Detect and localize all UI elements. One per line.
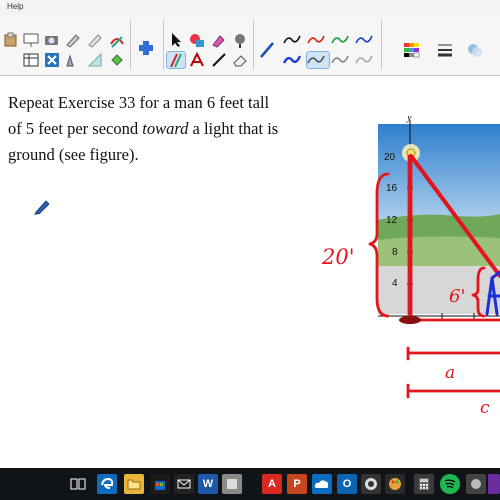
- menu-bar: Help: [0, 0, 500, 14]
- select-arrow-icon[interactable]: [167, 32, 185, 48]
- line-icon[interactable]: [210, 52, 228, 68]
- line-style-light-icon[interactable]: [355, 52, 377, 68]
- file-explorer-icon[interactable]: [124, 474, 144, 494]
- y-tick-label: 20: [384, 152, 396, 163]
- line-style-red-icon[interactable]: [307, 32, 329, 48]
- outlook-icon[interactable]: O: [337, 474, 357, 494]
- y-tick-label: 12: [386, 215, 398, 226]
- toolbar-separator: [163, 20, 164, 70]
- line-properties-icon[interactable]: [436, 42, 456, 62]
- y-tick-label: 8: [392, 247, 398, 258]
- mail-icon[interactable]: [174, 474, 194, 494]
- line-style-green-icon[interactable]: [331, 32, 353, 48]
- line-style-blue-thick-icon[interactable]: [283, 52, 305, 68]
- exercise-line-2: of 5 feet per second toward a light that…: [8, 119, 279, 138]
- y-tick-label: 4: [392, 278, 398, 289]
- toolbar-separator: [381, 20, 382, 70]
- exercise-line-3: ground (see figure).: [8, 145, 139, 164]
- exercise-line-1: Repeat Exercise 33 for a man 6 feet tall: [8, 93, 270, 112]
- toolbar-separator: [253, 20, 254, 70]
- task-view-icon[interactable]: [68, 474, 88, 494]
- document-page[interactable]: Repeat Exercise 33 for a man 6 feet tall…: [0, 76, 500, 468]
- screen-shade-icon[interactable]: [22, 32, 40, 48]
- pen-icon[interactable]: [166, 51, 186, 69]
- app-icon[interactable]: [488, 474, 500, 494]
- exercise-figure: y 20 16 12 8 4 4 8: [378, 116, 500, 322]
- transparency-icon[interactable]: [466, 42, 486, 62]
- eraser-icon[interactable]: [231, 52, 249, 68]
- circle-app-icon[interactable]: [361, 474, 381, 494]
- y-tick-label: 16: [386, 183, 398, 194]
- spotify-icon[interactable]: [440, 474, 460, 494]
- menu-help[interactable]: Help: [7, 2, 23, 11]
- toolbar-separator: [130, 20, 131, 70]
- app-icon[interactable]: [222, 474, 242, 494]
- onedrive-icon[interactable]: [312, 474, 332, 494]
- magic-pen-icon[interactable]: [108, 32, 126, 48]
- app-icon[interactable]: [466, 474, 486, 494]
- camera-icon[interactable]: [43, 32, 61, 48]
- store-icon[interactable]: [150, 474, 170, 494]
- line-style-gray-icon[interactable]: [331, 52, 353, 68]
- add-page-icon[interactable]: [137, 40, 159, 60]
- line-style-blue-icon[interactable]: [355, 32, 377, 48]
- drawing-tool-icon[interactable]: [64, 52, 82, 68]
- magic-shape-icon[interactable]: [188, 32, 206, 48]
- paste-icon[interactable]: [2, 32, 20, 48]
- powerpoint-icon[interactable]: P: [287, 474, 307, 494]
- toolbar: [0, 14, 500, 76]
- fill-icon[interactable]: [108, 52, 126, 68]
- line-style-selected-icon[interactable]: [306, 51, 330, 69]
- shapes-icon[interactable]: [86, 52, 104, 68]
- y-axis-label: y: [406, 116, 412, 123]
- pdf-reader-icon[interactable]: A: [262, 474, 282, 494]
- calculator-icon[interactable]: [414, 474, 434, 494]
- annotation-20ft: 20': [321, 245, 355, 269]
- lamp: [406, 148, 416, 158]
- highlighter-icon[interactable]: [86, 32, 104, 48]
- pen-tool-icon[interactable]: [64, 32, 82, 48]
- text-icon[interactable]: [188, 52, 206, 68]
- delete-icon[interactable]: [43, 52, 61, 68]
- eraser-pen-icon[interactable]: [210, 32, 228, 48]
- paint-icon[interactable]: [385, 474, 405, 494]
- annotation-c: c: [480, 398, 490, 418]
- pen-thickness-icon[interactable]: [258, 42, 278, 62]
- word-icon[interactable]: W: [198, 474, 218, 494]
- color-palette-icon[interactable]: [403, 42, 423, 62]
- ground: [378, 266, 500, 314]
- line-style-black-icon[interactable]: [283, 32, 305, 48]
- annotation-a: a: [445, 363, 455, 383]
- edge-browser-icon[interactable]: [97, 474, 117, 494]
- creative-pen-icon[interactable]: [231, 32, 249, 48]
- pen-cursor-icon: [34, 200, 50, 215]
- table-icon[interactable]: [22, 52, 40, 68]
- taskbar: W A P O: [0, 468, 500, 500]
